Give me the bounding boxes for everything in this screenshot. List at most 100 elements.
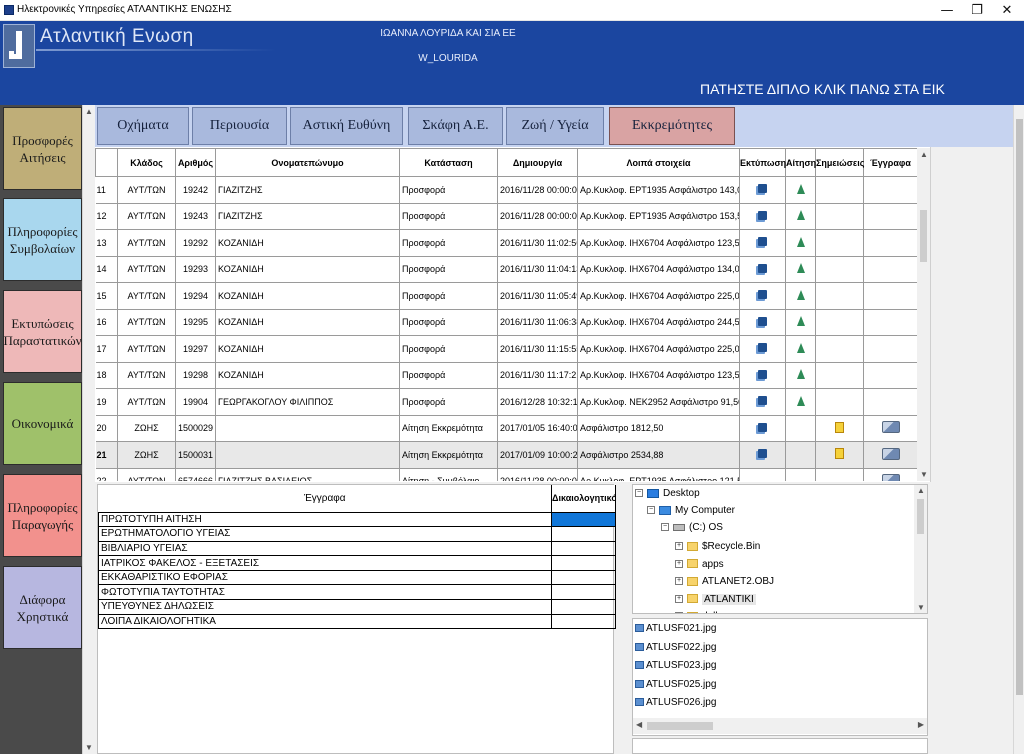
main-scrollbar[interactable] xyxy=(1013,105,1024,754)
scroll-down-icon[interactable]: ▼ xyxy=(85,743,93,752)
application-icon[interactable] xyxy=(796,316,805,327)
print-icon[interactable] xyxy=(758,263,767,273)
tree-scrollbar[interactable]: ▲ ▼ xyxy=(914,485,927,613)
nav-button-5[interactable]: Πληροφορίες Παραγωγής xyxy=(3,474,82,557)
documents-icon[interactable] xyxy=(881,421,900,434)
scroll-thumb[interactable] xyxy=(647,722,713,730)
nav-button-6[interactable]: Διάφορα Χρηστικά xyxy=(3,566,82,649)
tab-4[interactable]: Σκάφη Α.Ε. xyxy=(408,107,503,145)
document-row[interactable]: ΒΙΒΛΙΑΡΙΟ ΥΓΕΙΑΣ xyxy=(98,540,616,557)
nav-button-3[interactable]: Εκτυπώσεις Παραστατικών xyxy=(3,290,82,373)
application-icon[interactable] xyxy=(796,210,805,221)
scroll-thumb[interactable] xyxy=(917,499,924,534)
document-check-cell[interactable] xyxy=(551,599,616,615)
document-check-cell[interactable] xyxy=(551,613,616,630)
table-row[interactable]: 17 ΑΥΤ/ΤΩΝ 19297 ΚΟΖΑΝΙΔΗ Προσφορά 2016/11/30… xyxy=(95,335,917,363)
application-icon[interactable] xyxy=(796,289,805,300)
table-row[interactable]: 18 ΑΥΤ/ΤΩΝ 19298 ΚΟΖΑΝΙΔΗ Προσφορά 2016/11/30… xyxy=(95,361,917,389)
print-icon[interactable] xyxy=(758,422,767,432)
document-check-cell[interactable] xyxy=(551,526,616,542)
tab-1[interactable]: Οχήματα xyxy=(97,107,189,145)
print-icon[interactable] xyxy=(758,184,767,194)
tree-node-folder[interactable]: + ATLANTIKI xyxy=(675,591,756,608)
notes-icon[interactable] xyxy=(835,421,844,433)
tab-3[interactable]: Αστική Ευθύνη xyxy=(290,107,403,145)
tree-node-drive[interactable]: − (C:) OS xyxy=(661,519,723,536)
scroll-down-icon[interactable]: ▼ xyxy=(917,603,925,612)
tab-5[interactable]: Ζωή / Υγεία xyxy=(506,107,604,145)
application-icon[interactable] xyxy=(796,183,805,194)
grid-scrollbar[interactable]: ▲ ▼ xyxy=(917,148,930,481)
document-check-cell[interactable] xyxy=(551,511,616,528)
document-check-cell[interactable] xyxy=(551,569,616,586)
print-icon[interactable] xyxy=(758,396,767,406)
table-row[interactable]: 22ΑΥΤ/ΤΩΝ6574666ΓΙΑΖΙΤΖΗΣ ΒΑΣΙΛΕΙΟΣΑίτησ… xyxy=(95,467,917,481)
tree-node-folder[interactable]: + apps xyxy=(675,556,724,573)
table-row[interactable]: 19 ΑΥΤ/ΤΩΝ 19904 ΓΕΩΡΓΑΚΟΓΛΟΥ ΦΙΛΙΠΠΟΣ Προσφ… xyxy=(95,388,917,416)
document-check-cell[interactable] xyxy=(551,584,616,601)
document-row[interactable]: ΦΩΤΟΤΥΠΙΑ ΤΑΥΤΟΤΗΤΑΣ xyxy=(98,584,616,601)
nav-button-1[interactable]: Προσφορές Αιτήσεις xyxy=(3,107,82,190)
print-icon[interactable] xyxy=(758,369,767,379)
table-row[interactable]: 13 ΑΥΤ/ΤΩΝ 19292 ΚΟΖΑΝΙΔΗ Προσφορά 2016/11/30… xyxy=(95,229,917,257)
tree-node-folder[interactable]: + $Recycle.Bin xyxy=(675,538,760,555)
document-row[interactable]: ΠΡΩΤΟΤΥΠΗ ΑΙΤΗΣΗ xyxy=(98,511,616,528)
document-row[interactable]: ΥΠΕΥΘΥΝΕΣ ΔΗΛΩΣΕΙΣ xyxy=(98,599,616,615)
scroll-left-icon[interactable]: ◀ xyxy=(636,720,642,729)
column-header: Δημιουργία xyxy=(497,148,578,177)
file-item[interactable]: ATLUSF023.jpg xyxy=(635,657,716,675)
nav-button-4[interactable]: Οικονομικά xyxy=(3,382,82,465)
scroll-thumb[interactable] xyxy=(920,210,927,262)
application-icon[interactable] xyxy=(796,395,805,406)
maximize-button[interactable]: ❐ xyxy=(960,2,994,19)
document-check-cell[interactable] xyxy=(551,555,616,571)
application-icon[interactable] xyxy=(796,369,805,380)
application-icon[interactable] xyxy=(796,236,805,247)
table-row[interactable]: 21 ΖΩΗΣ 1500031 Αίτηση Εκκρεμότητα 2017/01/0… xyxy=(95,441,917,469)
file-item[interactable]: ATLUSF021.jpg xyxy=(635,620,716,638)
notes-icon[interactable] xyxy=(835,448,844,460)
file-item[interactable]: ATLUSF022.jpg xyxy=(635,639,716,657)
file-item[interactable]: ATLUSF026.jpg xyxy=(635,694,716,712)
application-icon[interactable] xyxy=(796,263,805,274)
tab-6[interactable]: Εκκρεμότητες xyxy=(609,107,735,145)
scroll-right-icon[interactable]: ▶ xyxy=(918,720,924,729)
tree-node-computer[interactable]: − My Computer xyxy=(647,502,735,519)
minimize-button[interactable]: — xyxy=(930,2,964,19)
scroll-up-icon[interactable]: ▲ xyxy=(917,486,925,495)
print-icon[interactable] xyxy=(758,343,767,353)
table-row[interactable]: 12 ΑΥΤ/ΤΩΝ 19243 ΓΙΑΖΙΤΖΗΣ Προσφορά 2016/11/2… xyxy=(95,202,917,230)
print-cell xyxy=(739,467,786,481)
document-row[interactable]: ΕΡΩΤΗΜΑΤΟΛΟΓΙΟ ΥΓΕΙΑΣ xyxy=(98,526,616,542)
print-icon[interactable] xyxy=(758,316,767,326)
scroll-down-icon[interactable]: ▼ xyxy=(920,470,928,479)
table-row[interactable]: 11 ΑΥΤ/ΤΩΝ 19242 ΓΙΑΖΙΤΖΗΣ Προσφορά 2016/11/2… xyxy=(95,176,917,204)
table-row[interactable]: 20 ΖΩΗΣ 1500029 Αίτηση Εκκρεμότητα 2017/01/0… xyxy=(95,414,917,442)
table-row[interactable]: 15 ΑΥΤ/ΤΩΝ 19294 ΚΟΖΑΝΙΔΗ Προσφορά 2016/11/30… xyxy=(95,282,917,310)
table-row[interactable]: 16 ΑΥΤ/ΤΩΝ 19295 ΚΟΖΑΝΙΔΗ Προσφορά 2016/11/30… xyxy=(95,308,917,336)
documents-icon[interactable] xyxy=(881,447,900,460)
file-item[interactable]: ATLUSF025.jpg xyxy=(635,676,716,694)
tree-node-folder[interactable]: + ATLANET2.OBJ xyxy=(675,573,774,590)
number-cell: 19242 xyxy=(175,176,216,204)
document-row[interactable]: ΛΟΙΠΑ ΔΙΚΑΙΟΛΟΓΗΤΙΚΑ xyxy=(98,613,616,630)
application-icon[interactable] xyxy=(796,342,805,353)
print-icon[interactable] xyxy=(758,290,767,300)
document-row[interactable]: ΙΑΤΡΙΚΟΣ ΦΑΚΕΛΟΣ - ΕΞΕΤΑΣΕΙΣ xyxy=(98,555,616,571)
document-check-cell[interactable] xyxy=(551,540,616,557)
document-row[interactable]: ΕΚΚΑΘΑΡΙΣΤΙΚΟ ΕΦΟΡΙΑΣ xyxy=(98,569,616,586)
print-icon[interactable] xyxy=(758,449,767,459)
close-button[interactable]: ✕ xyxy=(990,2,1024,19)
documents-icon[interactable] xyxy=(881,474,900,481)
scroll-up-icon[interactable]: ▲ xyxy=(85,107,93,116)
tree-node-folder[interactable]: +dell xyxy=(675,608,718,613)
print-icon[interactable] xyxy=(758,237,767,247)
tab-2[interactable]: Περιουσία xyxy=(192,107,287,145)
tree-node-desktop[interactable]: − Desktop xyxy=(635,485,700,502)
print-icon[interactable] xyxy=(758,210,767,220)
scroll-up-icon[interactable]: ▲ xyxy=(920,150,928,159)
file-list-scrollbar[interactable]: ◀ ▶ xyxy=(633,718,927,734)
nav-scrollbar[interactable]: ▲ ▼ xyxy=(82,105,95,754)
nav-button-2[interactable]: Πληροφορίες Συμβολαίων xyxy=(3,198,82,281)
table-row[interactable]: 14 ΑΥΤ/ΤΩΝ 19293 ΚΟΖΑΝΙΔΗ Προσφορά 2016/11/30… xyxy=(95,255,917,283)
